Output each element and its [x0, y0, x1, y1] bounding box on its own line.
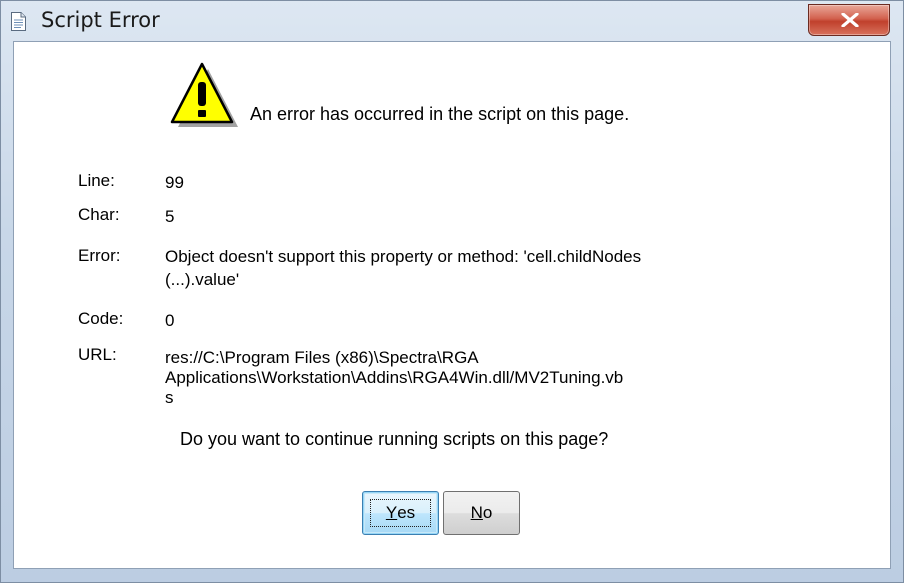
- no-label-rest: o: [482, 503, 493, 522]
- title-bar[interactable]: Script Error: [1, 1, 903, 39]
- line-value: 99: [165, 173, 184, 192]
- focus-ring: [370, 499, 431, 527]
- close-icon: [841, 13, 859, 27]
- code-value: 0: [165, 311, 175, 330]
- url-value-line: res://C:\Program Files (x86)\Spectra\RGA: [165, 348, 479, 367]
- error-value-line: (...).value': [165, 270, 240, 289]
- url-value: res://C:\Program Files (x86)\Spectra\RGA…: [165, 348, 785, 408]
- dialog-content: An error has occurred in the script on t…: [13, 41, 891, 569]
- document-icon: [11, 12, 26, 31]
- url-value-line: s: [165, 388, 174, 407]
- char-label: Char:: [78, 205, 120, 224]
- window-title: Script Error: [41, 8, 160, 32]
- code-label: Code:: [78, 309, 124, 328]
- line-label: Line:: [78, 171, 115, 190]
- url-value-line: Applications\Workstation\Addins\RGA4Win.…: [165, 368, 624, 387]
- no-mnemonic: N: [470, 503, 483, 522]
- error-value: Object doesn't support this property or …: [165, 247, 641, 290]
- yes-button[interactable]: Yes: [362, 491, 439, 535]
- error-value-line: Object doesn't support this property or …: [165, 247, 642, 266]
- continue-question: Do you want to continue running scripts …: [180, 429, 609, 449]
- error-header-message: An error has occurred in the script on t…: [250, 104, 630, 124]
- script-error-window: Script Error An error has occurred in th…: [0, 0, 904, 583]
- close-button[interactable]: [808, 4, 890, 36]
- char-value: 5: [165, 207, 175, 226]
- error-label: Error:: [78, 246, 121, 265]
- url-label: URL:: [78, 345, 117, 364]
- no-button[interactable]: No: [443, 491, 520, 535]
- warning-icon: [162, 52, 242, 137]
